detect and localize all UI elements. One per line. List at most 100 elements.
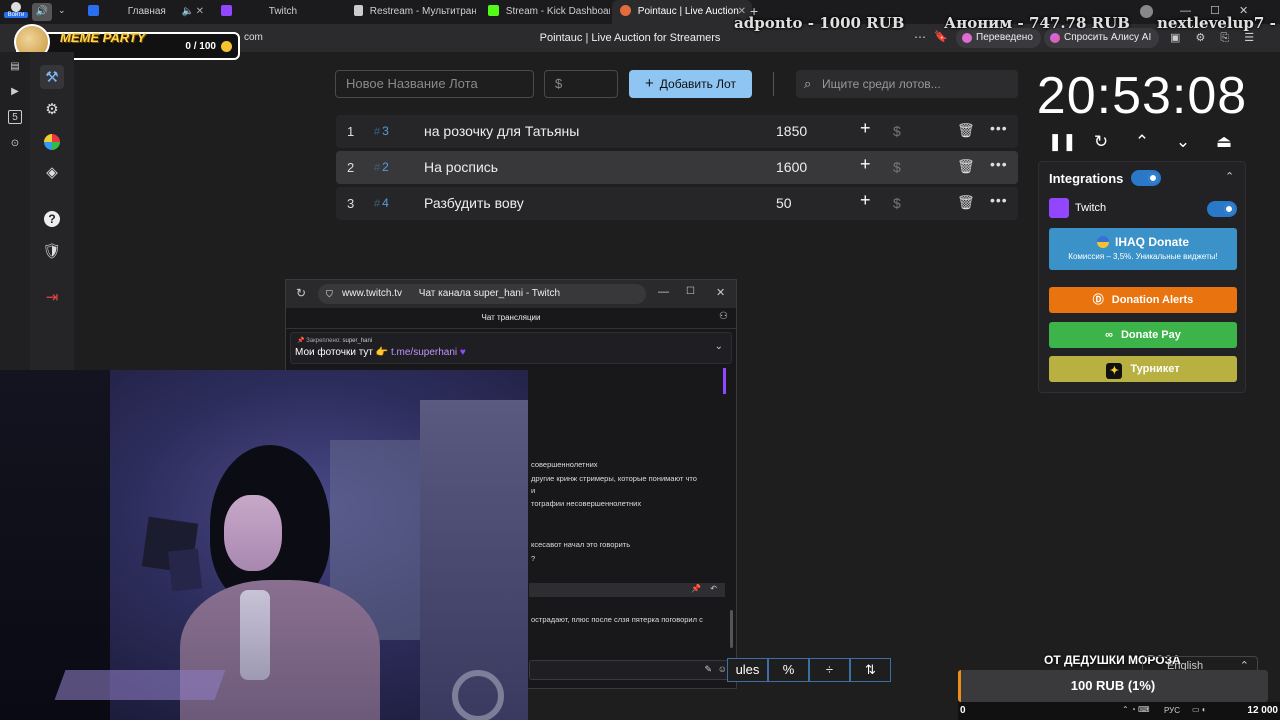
tab-restream[interactable]: Restream - Мультитрансл — [348, 0, 476, 24]
translate-icon — [962, 33, 972, 43]
trash-icon[interactable]: 🗑 — [957, 194, 975, 211]
dollar-icon[interactable]: $ — [893, 123, 901, 139]
twitch-toggle[interactable] — [1207, 201, 1237, 217]
lot-rank: 3 — [347, 196, 355, 211]
lot-amount[interactable]: 1600 — [776, 159, 807, 175]
users-icon[interactable]: ⚇ — [719, 311, 728, 322]
split-button[interactable]: ÷ — [809, 658, 850, 682]
chat-message: тографии несовершеннолетних — [531, 499, 642, 508]
logout-icon[interactable]: ⇥ — [40, 285, 64, 309]
add-lot-button[interactable]: + Добавить Лот — [629, 70, 752, 98]
sort-button[interactable]: ⇅ — [850, 658, 891, 682]
pause-icon[interactable]: ❚❚ — [1048, 130, 1077, 154]
lot-name[interactable]: Разбудить вову — [424, 195, 524, 211]
lot-rank: 1 — [347, 124, 355, 139]
pin-icon[interactable]: 📌 — [691, 584, 701, 593]
dollar-icon[interactable]: $ — [893, 159, 901, 175]
tab-pointauc[interactable]: Pointauc | Live Auction ✕ — [612, 0, 752, 24]
play-icon[interactable]: ▶ — [8, 85, 22, 99]
more-icon[interactable]: ••• — [990, 156, 1008, 172]
account-icon[interactable] — [1140, 5, 1153, 18]
tab-kick[interactable]: Stream - Kick Dashboard — [482, 0, 610, 24]
pinned-label: Закреплено: — [306, 338, 341, 344]
close-icon[interactable]: ✕ — [196, 0, 204, 24]
document-icon[interactable]: ▤ — [8, 60, 22, 74]
minimize-icon[interactable]: — — [658, 286, 669, 298]
eject-icon[interactable]: ⏏ — [1212, 130, 1236, 154]
auction-icon[interactable]: ⚒ — [40, 65, 64, 89]
divider — [773, 72, 774, 96]
tab-label: Главная — [127, 6, 166, 17]
chevron-down-icon[interactable]: ⌄ — [1171, 130, 1195, 154]
emoji-icon[interactable]: ☺ — [718, 664, 727, 674]
layers-icon[interactable]: ◈ — [40, 160, 64, 184]
wheel-icon[interactable] — [40, 130, 64, 154]
bits-icon[interactable]: ✎ — [704, 664, 712, 675]
tab-mute-icon[interactable]: 🔈 — [182, 0, 194, 24]
donation-ticker-3: nextlevelup7 - — [1157, 14, 1276, 32]
profile-avatar[interactable]: Войти — [4, 2, 28, 22]
trash-icon[interactable]: 🗑 — [957, 122, 975, 139]
chat-input[interactable]: ✎ ☺ — [529, 660, 733, 680]
chevron-down-icon[interactable]: ⌄ — [715, 341, 723, 352]
tab-home[interactable]: Главная 🔈 ✕ — [82, 0, 210, 24]
reply-icon[interactable]: ↶ — [710, 584, 717, 593]
lot-name[interactable]: на розочку для Татьяны — [424, 123, 579, 139]
turniket-button[interactable]: ✦ Турникет — [1049, 356, 1237, 382]
lot-search-input[interactable]: ⌕ Ищите среди лотов... — [796, 70, 1018, 98]
more-icon[interactable]: ••• — [990, 192, 1008, 208]
shield-icon[interactable]: 🛡 — [40, 239, 64, 263]
plus-icon[interactable]: + — [860, 190, 871, 211]
settings-icon[interactable]: ⚙ — [40, 97, 64, 121]
rules-button[interactable]: ules — [727, 658, 768, 682]
lot-name[interactable]: На роспись — [424, 159, 498, 175]
webcam-feed — [0, 370, 528, 720]
chat-message-highlight: 📌 ↶ — [529, 583, 725, 597]
divider — [286, 328, 736, 329]
capture-icon[interactable]: ⊙ — [8, 137, 22, 151]
translated-label: Переведено — [976, 32, 1033, 43]
chat-scrollbar[interactable] — [730, 610, 733, 648]
heart-icon: ♥ — [459, 347, 466, 358]
lot-amount[interactable]: 1850 — [776, 123, 807, 139]
chat-message: острадают, плюс после слзя пятерка погов… — [531, 615, 703, 624]
more-icon[interactable]: ••• — [990, 120, 1008, 136]
dollar-icon[interactable]: $ — [893, 195, 901, 211]
lot-amount-input[interactable]: $ — [544, 70, 618, 98]
url-fragment[interactable]: com — [244, 32, 263, 43]
percent-button[interactable]: % — [768, 658, 809, 682]
chevron-up-icon[interactable]: ⌃ — [1225, 170, 1234, 183]
plus-icon[interactable]: + — [860, 154, 871, 175]
tab-twitch[interactable]: Twitch — [215, 0, 345, 24]
taskbar-lang[interactable]: РУС — [1164, 706, 1180, 715]
ihaq-donate-button[interactable]: IHAQ Donate Комиссия – 3,5%. Уникальные … — [1049, 228, 1237, 270]
extension-icon[interactable]: ▣ ⚙ ⎘ ☰ — [1170, 31, 1254, 45]
chat-window-titlebar: ↻ ⛉ www.twitch.tv Чат канала super_hani … — [286, 280, 736, 308]
close-icon[interactable]: ✕ — [716, 286, 725, 299]
pointauc-icon — [620, 5, 631, 16]
trash-icon[interactable]: 🗑 — [957, 158, 975, 175]
chevron-down-icon[interactable]: ⌄ — [58, 5, 66, 16]
help-icon[interactable]: ? — [40, 207, 64, 231]
pinned-link[interactable]: t.me/superhani — [391, 347, 457, 358]
plus-icon[interactable]: + — [860, 118, 871, 139]
chat-url-bar[interactable]: ⛉ www.twitch.tv Чат канала super_hani - … — [318, 284, 646, 304]
pinned-message[interactable]: 📌 Закреплено: super_hani Мои фоточки тут… — [290, 332, 732, 364]
login-label: Войти — [4, 12, 28, 18]
maximize-icon[interactable]: ☐ — [686, 286, 695, 297]
donation-ticker-1: adponto - 1000 RUB — [734, 14, 905, 32]
reload-icon[interactable]: ↻ — [296, 286, 306, 300]
lot-amount[interactable]: 50 — [776, 195, 792, 211]
five-icon[interactable]: 5 — [8, 110, 22, 124]
chevron-up-icon[interactable]: ⌃ — [1130, 130, 1154, 154]
chat-message: ксесавот начал это говорить — [531, 540, 631, 549]
lot-name-input[interactable]: Новое Название Лота — [335, 70, 534, 98]
more-icon[interactable]: ⋯ — [914, 30, 926, 44]
integrations-toggle[interactable] — [1131, 170, 1161, 186]
taskbar: 0 ⌃ ◔ ⌨ РУС ▭ ◐ 12 000 — [958, 702, 1280, 720]
tab-audio-icon[interactable]: 🔊 — [32, 3, 52, 21]
chat-message: другие кринж стримеры, которые понимают … — [531, 474, 697, 483]
donate-pay-button[interactable]: ∞ Donate Pay — [1049, 322, 1237, 348]
reset-icon[interactable]: ↻ — [1089, 130, 1113, 154]
donation-alerts-button[interactable]: Ⓓ Donation Alerts — [1049, 287, 1237, 313]
